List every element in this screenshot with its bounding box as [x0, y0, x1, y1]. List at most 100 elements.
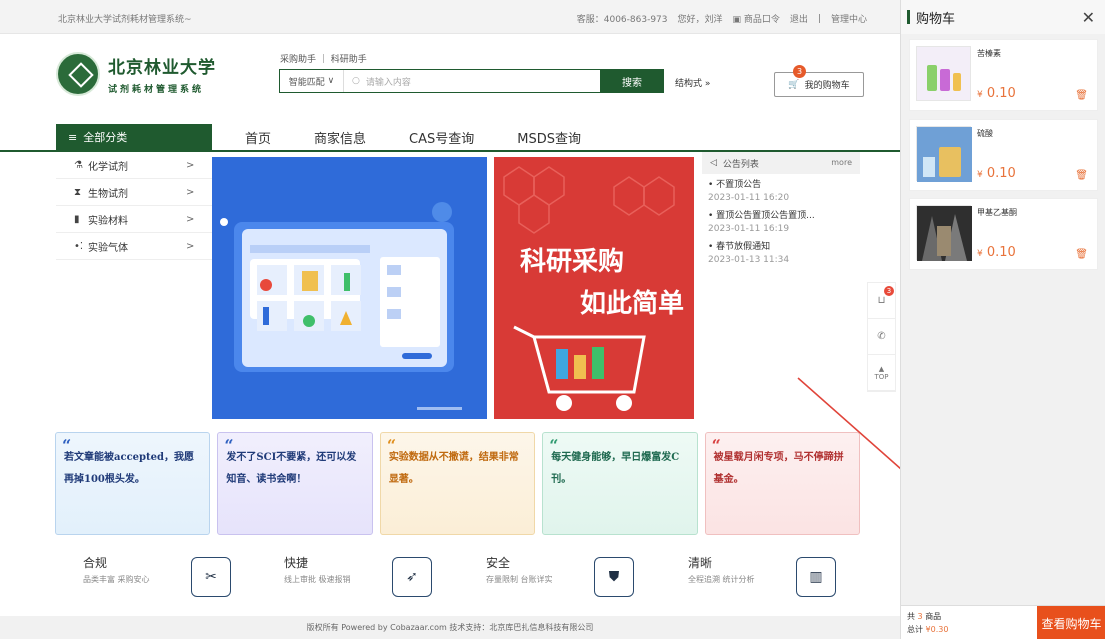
count-prefix: 共: [907, 612, 915, 621]
price-value: 0.10: [986, 245, 1016, 260]
my-cart-label: 我的购物车: [804, 81, 850, 91]
shield-icon: ⛊: [594, 557, 634, 597]
structure-search-link[interactable]: 结构式 »: [675, 76, 710, 89]
product-image: [916, 46, 971, 101]
promo-card-text: 发不了SCI不要紧，还可以发知音、读书会啊！: [226, 452, 357, 485]
percent-icon: ✂: [191, 557, 231, 597]
notice-item[interactable]: • 春节放假通知 2023-01-13 11:34: [702, 241, 860, 267]
my-cart-button[interactable]: 3 🛒 我的购物车: [774, 65, 864, 97]
product-image: [916, 126, 972, 182]
speaker-icon: ◁: [710, 158, 717, 168]
chevron-right-icon: >: [186, 240, 195, 252]
product-image: [916, 205, 972, 261]
price-value: 0.10: [986, 86, 1016, 101]
cart-panel: 购物车 ✕ 苦榛素 ¥ 0.10 🗑 硫酸 ¥ 0.10 🗑 甲基乙基酮 ¥ 0…: [900, 0, 1105, 639]
cart-item[interactable]: 甲基乙基酮 ¥ 0.10 🗑: [909, 198, 1098, 270]
feature-strip: 合规 品类丰富 采购安心 ✂ 快捷 线上审批 极速报销 ➶ 安全 存量限制 台账…: [56, 554, 861, 604]
cart-item-price: ¥ 0.10: [977, 166, 1016, 181]
promo-card[interactable]: “每天健身能够，早日爆富发C刊。: [542, 432, 698, 535]
delete-icon[interactable]: 🗑: [1075, 249, 1088, 260]
token-link[interactable]: ▣ 商品口令: [733, 12, 780, 25]
notice-panel: ◁ 公告列表 more • 不置顶公告 2023-01-11 16:20 • 置…: [702, 152, 860, 352]
cart-total: ¥0.30: [925, 625, 949, 634]
cart-item-count: 3: [917, 612, 923, 621]
chevron-down-icon: ∨: [324, 76, 335, 86]
notice-item-date: 2023-01-11 16:19: [708, 224, 790, 234]
nav-msds-query[interactable]: MSDS查询: [517, 128, 581, 147]
chart-icon: ▥: [796, 557, 836, 597]
cart-item-price: ¥ 0.10: [977, 245, 1016, 260]
total-label: 总计: [907, 625, 923, 634]
phone-icon: ✆: [877, 331, 886, 342]
assistant-links[interactable]: 采购助手 ｜ 科研助手: [280, 52, 367, 65]
university-logo[interactable]: 北京林业大学 试剂耗材管理系统: [56, 49, 226, 99]
all-categories-button[interactable]: ≡ 全部分类: [56, 124, 212, 150]
promo-card-text: 被星载月闲专项，马不停蹄拼基金。: [713, 452, 844, 485]
category-item-materials[interactable]: ▮ 实验材料 >: [56, 206, 212, 233]
delete-icon[interactable]: 🗑: [1075, 170, 1088, 181]
promo-card-text: 每天健身能够，早日爆富发C刊。: [551, 452, 680, 485]
search-button[interactable]: 搜索: [600, 69, 664, 93]
side-cart-button[interactable]: ⊔ 3: [868, 283, 895, 319]
cart-item[interactable]: 苦榛素 ¥ 0.10 🗑: [909, 39, 1098, 111]
nav-home[interactable]: 首页: [245, 128, 271, 147]
back-to-top-button[interactable]: ▲ TOP: [868, 355, 895, 391]
promo-cards: “若文章能被accepted，我愿再掉100根头发。 “发不了SCI不要紧，还可…: [55, 432, 861, 535]
nav-cas-query[interactable]: CAS号查询: [409, 128, 474, 147]
feature-subtitle: 品类丰富 采购安心: [83, 575, 150, 584]
promo-card[interactable]: “实验数据从不撒谎，结果非常显著。: [379, 432, 536, 535]
notice-item-title: • 不置顶公告: [708, 180, 762, 190]
cart-item-name: 硫酸: [977, 129, 993, 138]
main-nav: ≡ 全部分类 首页 商家信息 CAS号查询 MSDS查询: [0, 124, 905, 152]
feature-title: 清晰: [688, 556, 713, 570]
promo-card[interactable]: “发不了SCI不要紧，还可以发知音、读书会啊！: [217, 432, 373, 535]
cart-summary: 共 3 商品 总计 ¥0.30: [907, 610, 948, 636]
nav-merchant[interactable]: 商家信息: [314, 128, 366, 147]
cart-item-price: ¥ 0.10: [977, 86, 1016, 101]
cart-panel-footer: 共 3 商品 总计 ¥0.30 查看购物车: [901, 605, 1105, 639]
delete-icon[interactable]: 🗑: [1075, 90, 1088, 101]
side-phone-button[interactable]: ✆: [868, 319, 895, 355]
quote-icon: “: [224, 436, 234, 455]
cart-item[interactable]: 硫酸 ¥ 0.10 🗑: [909, 119, 1098, 191]
cart-icon: ⊔: [877, 295, 886, 306]
category-item-chemical[interactable]: ⚗ 化学试剂 >: [56, 152, 212, 179]
accent-bar: [907, 10, 910, 24]
promo-card[interactable]: “若文章能被accepted，我愿再掉100根头发。: [55, 432, 211, 535]
vial-icon: ▮: [74, 213, 80, 225]
notice-item[interactable]: • 置顶公告置顶公告置顶... 2023-01-11 16:19: [702, 210, 860, 236]
university-seal-icon: [56, 52, 100, 96]
feature-title: 安全: [486, 556, 511, 570]
logo-subtitle: 试剂耗材管理系统: [108, 85, 205, 95]
gas-icon: •⁚: [74, 240, 84, 252]
currency-symbol: ¥: [977, 170, 983, 180]
search-placeholder: 请输入内容: [365, 77, 411, 88]
cart-item-name: 甲基乙基酮: [977, 208, 1017, 217]
price-value: 0.10: [986, 166, 1016, 181]
banner-title-line2: 如此简单: [580, 289, 685, 319]
banner-lab-illustration[interactable]: [212, 157, 487, 419]
promo-card-text: 若文章能被accepted，我愿再掉100根头发。: [64, 452, 194, 485]
feature-safe: 安全 存量限制 台账详实 ⛊: [486, 554, 634, 604]
top-bar-links: 客服：4006-863-973 您好，刘洋 ▣ 商品口令 退出 | 管理中心: [577, 12, 867, 26]
promo-card[interactable]: “被星载月闲专项，马不停蹄拼基金。: [704, 432, 861, 535]
admin-link[interactable]: 管理中心: [831, 12, 867, 25]
feature-subtitle: 存量限制 台账详实: [486, 575, 553, 584]
banner-research-purchase[interactable]: 科研采购 如此简单: [494, 157, 694, 419]
cart-panel-title: 购物车: [916, 11, 956, 27]
banner-title-line1: 科研采购: [520, 247, 625, 277]
feature-subtitle: 线上审批 极速报销: [284, 575, 351, 584]
feature-title: 合规: [83, 556, 108, 570]
quote-icon: “: [386, 436, 397, 455]
search-mode-select[interactable]: 智能匹配 ∨: [280, 70, 344, 92]
search-icon: ○: [352, 76, 360, 86]
notice-more-link[interactable]: more: [831, 158, 852, 167]
menu-icon: ≡: [68, 130, 78, 144]
greeting: 您好，刘洋: [677, 15, 723, 25]
category-item-gas[interactable]: •⁚ 实验气体 >: [56, 233, 212, 260]
close-icon[interactable]: ✕: [1082, 8, 1095, 27]
category-item-biological[interactable]: ⧗ 生物试剂 >: [56, 179, 212, 206]
notice-item[interactable]: • 不置顶公告 2023-01-11 16:20: [702, 179, 860, 205]
view-cart-button[interactable]: 查看购物车: [1037, 606, 1105, 639]
logout-link[interactable]: 退出: [790, 12, 808, 25]
